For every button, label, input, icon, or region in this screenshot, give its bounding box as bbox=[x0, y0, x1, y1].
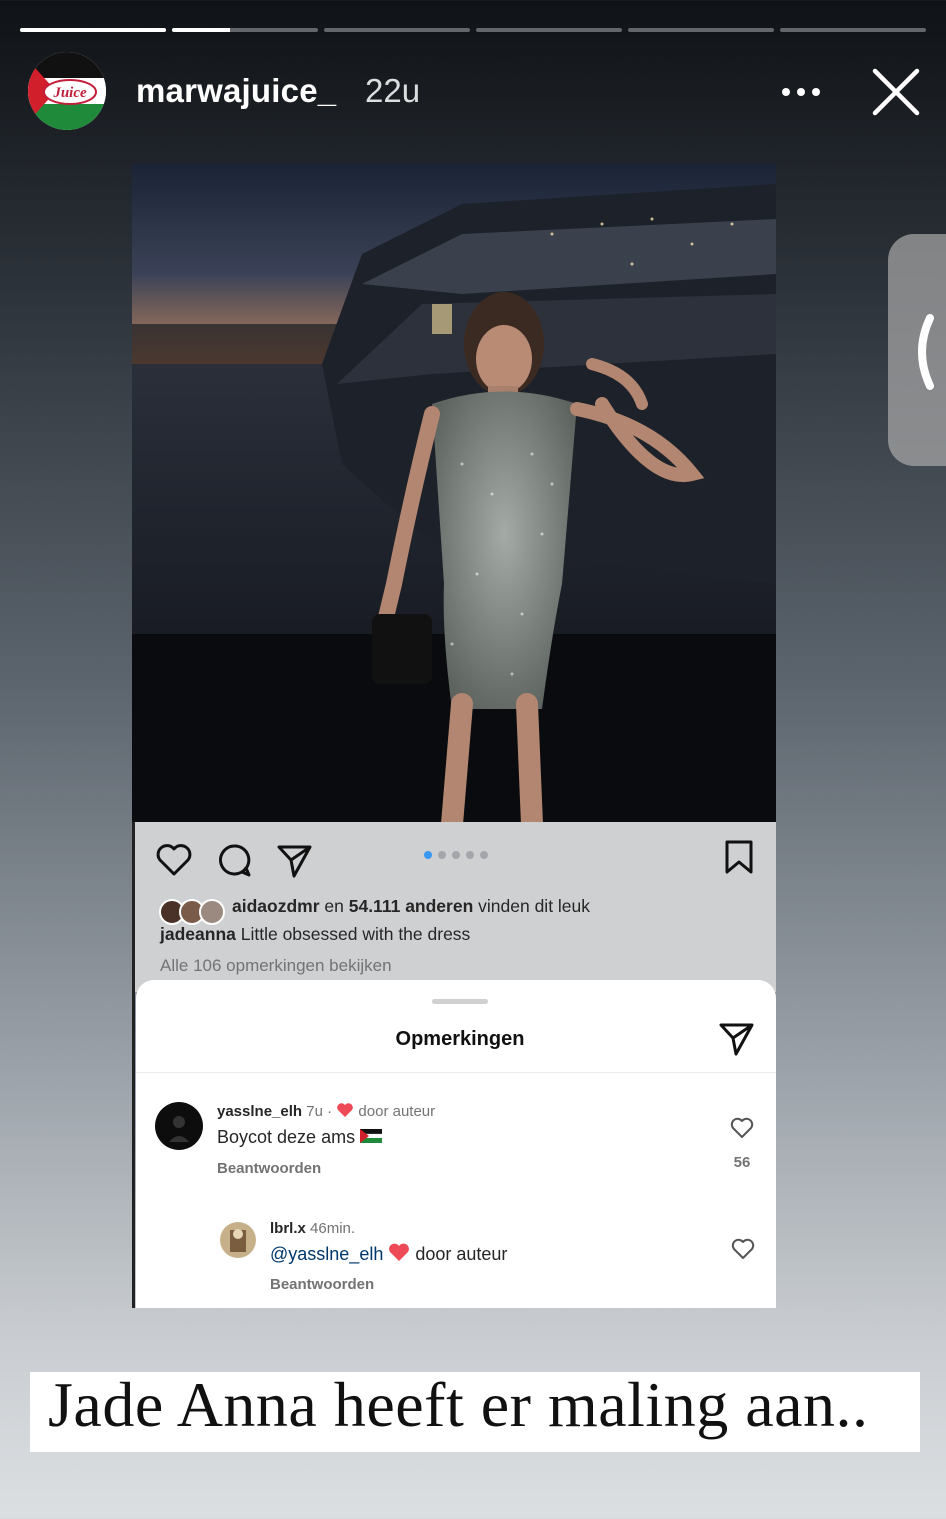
carousel-dot bbox=[466, 851, 474, 859]
comment-username[interactable]: yasslne_elh bbox=[217, 1103, 302, 1120]
progress-segment bbox=[628, 28, 774, 32]
heart-icon[interactable] bbox=[154, 840, 194, 880]
share-icon[interactable] bbox=[274, 840, 314, 880]
likes-others[interactable]: 54.111 anderen bbox=[349, 896, 474, 916]
more-options-button[interactable] bbox=[776, 72, 826, 112]
reply-text: @yasslne_elh door auteur bbox=[270, 1243, 507, 1265]
reply-button[interactable]: Beantwoorden bbox=[270, 1276, 374, 1293]
red-heart-icon bbox=[389, 1243, 410, 1261]
red-heart-icon bbox=[337, 1103, 354, 1117]
avatar[interactable]: Juice bbox=[28, 52, 106, 130]
story-progress-bar bbox=[20, 28, 926, 32]
sheet-title: Opmerkingen bbox=[395, 1028, 525, 1050]
comment-icon[interactable] bbox=[214, 840, 254, 880]
comment-avatar[interactable] bbox=[155, 1102, 203, 1150]
bookmark-icon[interactable] bbox=[720, 838, 758, 878]
story-username[interactable]: marwajuice_ bbox=[136, 72, 336, 110]
progress-segment bbox=[20, 28, 166, 32]
side-panel-tab[interactable] bbox=[888, 234, 946, 466]
story-caption-text: Jade Anna heeft er maling aan.. bbox=[48, 1369, 869, 1440]
divider bbox=[136, 1072, 776, 1073]
carousel-indicator bbox=[424, 851, 488, 859]
comment-heart-icon[interactable] bbox=[729, 1115, 755, 1141]
more-icon bbox=[782, 88, 820, 96]
comment-body: Boycot deze ams bbox=[217, 1127, 361, 1147]
juice-logo-text: Juice bbox=[52, 85, 87, 101]
comment-meta: yasslne_elh 7u · door auteur bbox=[217, 1102, 435, 1120]
view-all-comments-link[interactable]: Alle 106 opmerkingen bekijken bbox=[160, 956, 392, 976]
story-time-ago: 22u bbox=[365, 72, 421, 109]
progress-segment-current bbox=[172, 28, 318, 32]
palestine-flag-icon bbox=[359, 1129, 383, 1143]
likes-summary[interactable]: aidaozdmr en 54.111 anderen vinden dit l… bbox=[232, 896, 590, 917]
reply-mention[interactable]: @yasslne_elh bbox=[270, 1244, 383, 1264]
comment-like-count: 56 bbox=[733, 1154, 751, 1171]
reply-time: 46min. bbox=[305, 1220, 356, 1237]
post-photo bbox=[132, 164, 776, 824]
progress-segment bbox=[780, 28, 926, 32]
post-caption: jadeanna Little obsessed with the dress bbox=[160, 924, 470, 945]
close-button[interactable] bbox=[870, 66, 922, 118]
chevron-left-icon bbox=[918, 314, 934, 390]
reply-meta: lbrl.x 46min. bbox=[270, 1220, 355, 1237]
progress-segment bbox=[476, 28, 622, 32]
liker-avatars bbox=[159, 899, 225, 925]
carousel-dot-active bbox=[424, 851, 432, 859]
reply-avatar[interactable] bbox=[220, 1222, 256, 1258]
reply-username[interactable]: lbrl.x bbox=[270, 1220, 306, 1237]
reply-by-author: door auteur bbox=[410, 1244, 508, 1264]
comment-by-author: door auteur bbox=[354, 1103, 436, 1120]
likes-suffix: vinden dit leuk bbox=[473, 896, 591, 916]
send-icon[interactable] bbox=[716, 1018, 756, 1058]
comment-text: Boycot deze ams bbox=[217, 1127, 383, 1148]
close-icon bbox=[872, 68, 920, 116]
caption-text: Little obsessed with the dress bbox=[235, 924, 471, 944]
comment-time: 7u · bbox=[302, 1103, 337, 1120]
carousel-dot bbox=[438, 851, 446, 859]
carousel-dot bbox=[452, 851, 460, 859]
carousel-dot bbox=[480, 851, 488, 859]
card-edge bbox=[132, 822, 135, 1308]
progress-segment bbox=[324, 28, 470, 32]
story-header: Juice marwajuice_ 22u bbox=[28, 52, 922, 132]
reply-button[interactable]: Beantwoorden bbox=[217, 1160, 321, 1177]
reply-heart-icon[interactable] bbox=[730, 1236, 756, 1262]
sheet-drag-handle[interactable] bbox=[432, 999, 488, 1004]
first-liker[interactable]: aidaozdmr bbox=[232, 896, 320, 916]
caption-author[interactable]: jadeanna bbox=[160, 924, 236, 944]
likes-connector: en bbox=[319, 896, 349, 916]
